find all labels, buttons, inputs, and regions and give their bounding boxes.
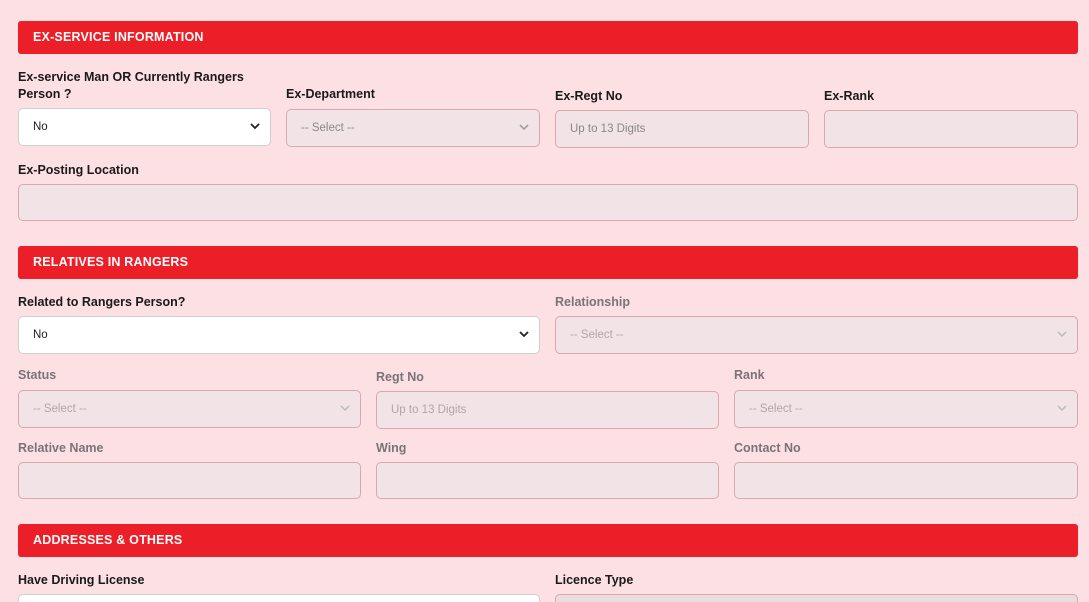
related-to-rangers-select[interactable]: No bbox=[18, 316, 540, 354]
select-value: No bbox=[33, 121, 48, 133]
relationship-select[interactable]: -- Select -- bbox=[555, 316, 1078, 354]
section-header-addresses: ADDRESSES & OTHERS bbox=[18, 524, 1078, 557]
driving-license-label: Have Driving License bbox=[18, 573, 145, 587]
ex-rank-input[interactable] bbox=[824, 110, 1078, 148]
chevron-down-icon bbox=[250, 109, 260, 145]
regt-no-label: Regt No bbox=[376, 370, 424, 384]
chevron-down-icon bbox=[519, 110, 529, 146]
ex-department-select[interactable]: -- Select -- bbox=[286, 109, 540, 147]
chevron-down-icon bbox=[519, 317, 529, 353]
ex-regt-no-label: Ex-Regt No bbox=[555, 89, 623, 103]
driving-license-select[interactable] bbox=[18, 594, 540, 602]
chevron-down-icon bbox=[1057, 317, 1067, 353]
ex-department-label: Ex-Department bbox=[286, 87, 375, 101]
ex-service-question-label: Ex-service Man OR Currently Rangers Pers… bbox=[18, 69, 244, 103]
section-header-relatives: RELATIVES IN RANGERS bbox=[18, 246, 1078, 279]
wing-label: Wing bbox=[376, 441, 407, 455]
contact-no-label: Contact No bbox=[734, 441, 801, 455]
select-value: -- Select -- bbox=[570, 329, 624, 341]
label-line-1: Ex-service Man OR Currently Rangers bbox=[18, 70, 244, 84]
status-label: Status bbox=[18, 368, 57, 382]
chevron-down-icon bbox=[1057, 391, 1067, 427]
licence-type-label: Licence Type bbox=[555, 573, 634, 587]
select-value: -- Select -- bbox=[749, 403, 803, 415]
ex-regt-no-input[interactable]: Up to 13 Digits bbox=[555, 110, 809, 148]
ex-rank-label: Ex-Rank bbox=[824, 89, 875, 103]
status-select[interactable]: -- Select -- bbox=[18, 390, 361, 428]
select-value: -- Select -- bbox=[301, 122, 355, 134]
relative-name-input[interactable] bbox=[18, 462, 361, 499]
relative-name-label: Relative Name bbox=[18, 441, 104, 455]
select-value: -- Select -- bbox=[33, 403, 87, 415]
label-line-2: Person ? bbox=[18, 87, 72, 101]
input-placeholder: Up to 13 Digits bbox=[570, 123, 646, 135]
select-value: No bbox=[33, 329, 48, 341]
contact-no-input[interactable] bbox=[734, 462, 1078, 499]
rank-select[interactable]: -- Select -- bbox=[734, 390, 1078, 428]
licence-type-select[interactable] bbox=[555, 594, 1078, 602]
ex-posting-location-input[interactable] bbox=[18, 184, 1078, 221]
chevron-down-icon bbox=[340, 391, 350, 427]
related-to-rangers-label: Related to Rangers Person? bbox=[18, 295, 186, 309]
ex-service-select[interactable]: No bbox=[18, 108, 271, 146]
rank-label: Rank bbox=[734, 368, 765, 382]
input-placeholder: Up to 13 Digits bbox=[391, 404, 467, 416]
relationship-label: Relationship bbox=[555, 295, 631, 309]
ex-posting-location-label: Ex-Posting Location bbox=[18, 163, 139, 177]
section-header-ex-service: EX-SERVICE INFORMATION bbox=[18, 21, 1078, 54]
wing-input[interactable] bbox=[376, 462, 719, 499]
regt-no-input[interactable]: Up to 13 Digits bbox=[376, 391, 719, 429]
